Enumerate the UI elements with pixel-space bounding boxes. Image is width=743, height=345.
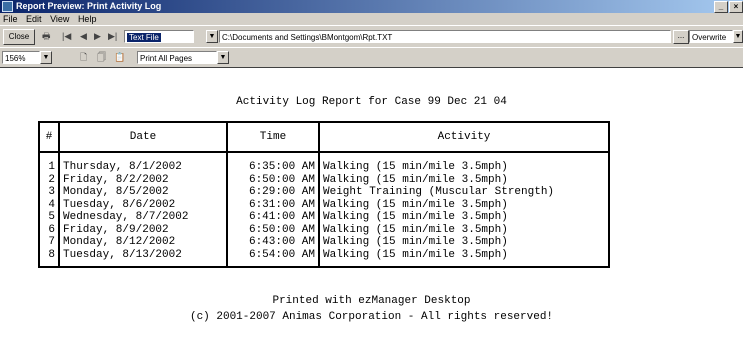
table-row: 4 Tuesday, 8/6/2002 6:31:00 AM Walking (15 … [38, 198, 610, 211]
format-select-value: Text File [127, 33, 161, 42]
menu-file[interactable]: File [3, 14, 18, 24]
row-time: 6:31:00 AM [226, 198, 320, 211]
menu-edit[interactable]: Edit [26, 14, 42, 24]
report-preview: Activity Log Report for Case 99 Dec 21 0… [0, 67, 743, 345]
row-date: Friday, 8/9/2002 [58, 223, 228, 236]
table-header: # Date Time Activity [38, 121, 610, 153]
menu-bar: File Edit View Help [0, 13, 743, 25]
path-field[interactable]: C:\Documents and Settings\BMontgom\Rpt.T… [219, 30, 671, 43]
row-number: 2 [38, 173, 60, 186]
table-row: 5 Wednesday, 8/7/2002 6:41:00 AM Walking (1… [38, 211, 610, 224]
chevron-down-icon[interactable]: ▼ [217, 51, 229, 64]
col-number: # [38, 121, 60, 153]
row-number: 7 [38, 236, 60, 249]
app-icon [2, 1, 13, 12]
row-number: 1 [38, 152, 60, 174]
last-page-icon[interactable]: ▶| [108, 29, 117, 43]
row-activity: Walking (15 min/mile 3.5mph) [318, 173, 610, 186]
table-row: 7 Monday, 8/12/2002 6:43:00 AM Walking (15 … [38, 236, 610, 249]
row-date: Monday, 8/5/2002 [58, 186, 228, 199]
row-activity: Walking (15 min/mile 3.5mph) [318, 223, 610, 236]
row-activity: Walking (15 min/mile 3.5mph) [318, 211, 610, 224]
row-date: Thursday, 8/1/2002 [58, 152, 228, 174]
row-date: Wednesday, 8/7/2002 [58, 211, 228, 224]
copy-icon[interactable]: 📋 [114, 50, 125, 64]
activity-table: # Date Time Activity 1 Thursday, 8/1/2002… [38, 121, 610, 268]
first-page-icon[interactable]: |◀ [62, 29, 71, 43]
single-page-icon[interactable]: 🗋 [80, 50, 87, 64]
row-time: 6:43:00 AM [226, 236, 320, 249]
row-time: 6:54:00 AM [226, 248, 320, 268]
close-window-button[interactable]: × [729, 1, 743, 13]
row-activity: Weight Training (Muscular Strength) [318, 186, 610, 199]
next-page-icon[interactable]: ▶ [94, 29, 101, 43]
chevron-down-icon[interactable]: ▼ [206, 30, 218, 43]
close-button[interactable]: Close [3, 29, 35, 45]
row-number: 4 [38, 198, 60, 211]
row-activity: Walking (15 min/mile 3.5mph) [318, 198, 610, 211]
chevron-down-icon[interactable]: ▼ [733, 30, 743, 43]
report-title: Activity Log Report for Case 99 Dec 21 0… [236, 96, 507, 108]
table-row: 6 Friday, 8/9/2002 6:50:00 AM Walking (15 m… [38, 223, 610, 236]
browse-button[interactable]: ... [673, 30, 689, 44]
table-row: 1 Thursday, 8/1/2002 6:35:00 AM Walking (15… [38, 152, 610, 174]
output-toolbar: Close 🖶 |◀ ◀ ▶ ▶| Text File ▼ C:\Documen… [0, 25, 743, 48]
row-date: Friday, 8/2/2002 [58, 173, 228, 186]
row-time: 6:41:00 AM [226, 211, 320, 224]
footer-printed-with: Printed with ezManager Desktop [272, 295, 471, 307]
minimize-button[interactable]: _ [714, 1, 728, 13]
row-number: 6 [38, 223, 60, 236]
row-time: 6:50:00 AM [226, 223, 320, 236]
row-time: 6:50:00 AM [226, 173, 320, 186]
window-title: Report Preview: Print Activity Log [16, 1, 162, 11]
prev-page-icon[interactable]: ◀ [80, 29, 87, 43]
pages-select[interactable]: Print All Pages [137, 51, 217, 64]
row-number: 8 [38, 248, 60, 268]
col-activity: Activity [318, 121, 610, 153]
col-date: Date [58, 121, 228, 153]
row-activity: Walking (15 min/mile 3.5mph) [318, 248, 610, 268]
row-number: 3 [38, 186, 60, 199]
table-row: 3 Monday, 8/5/2002 6:29:00 AM Weight Traini… [38, 186, 610, 199]
menu-view[interactable]: View [50, 14, 69, 24]
format-select[interactable]: Text File [124, 30, 194, 43]
footer-copyright: (c) 2001-2007 Animas Corporation - All r… [189, 311, 554, 323]
two-page-icon[interactable]: 🗍 [97, 50, 106, 64]
row-time: 6:35:00 AM [226, 152, 320, 174]
row-activity: Walking (15 min/mile 3.5mph) [318, 152, 610, 174]
title-bar: Report Preview: Print Activity Log _ × [0, 0, 743, 13]
mode-select[interactable]: Overwrite [689, 30, 733, 43]
row-activity: Walking (15 min/mile 3.5mph) [318, 236, 610, 249]
row-number: 5 [38, 211, 60, 224]
row-date: Monday, 8/12/2002 [58, 236, 228, 249]
menu-help[interactable]: Help [78, 14, 97, 24]
print-icon[interactable]: 🖶 [42, 29, 51, 43]
chevron-down-icon[interactable]: ▼ [40, 51, 52, 64]
view-toolbar: 156% ▼ 🗋 🗍 📋 Print All Pages ▼ [0, 47, 743, 68]
table-row: 2 Friday, 8/2/2002 6:50:00 AM Walking (15 m… [38, 173, 610, 186]
row-time: 6:29:00 AM [226, 186, 320, 199]
col-time: Time [226, 121, 320, 153]
row-date: Tuesday, 8/13/2002 [58, 248, 228, 268]
zoom-select[interactable]: 156% [2, 51, 40, 64]
table-row: 8 Tuesday, 8/13/2002 6:54:00 AM Walking (15… [38, 248, 610, 268]
row-date: Tuesday, 8/6/2002 [58, 198, 228, 211]
